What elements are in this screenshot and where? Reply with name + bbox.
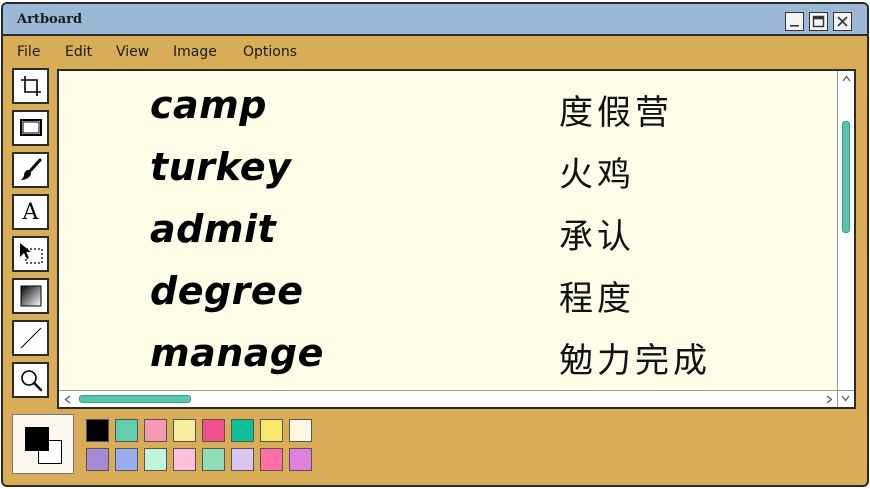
vocab-word: manage [150, 331, 324, 375]
minimize-icon [790, 25, 799, 27]
gradient-icon [20, 285, 41, 307]
scroll-corner [837, 390, 854, 407]
screen-icon [19, 119, 42, 136]
scroll-up-icon[interactable] [842, 75, 851, 82]
color-swatch[interactable] [86, 448, 109, 471]
color-palette [12, 414, 857, 482]
menu-file[interactable]: File [17, 44, 40, 60]
text-icon: A [22, 199, 39, 225]
color-swatch[interactable] [231, 419, 254, 442]
color-swatch[interactable] [115, 419, 138, 442]
tool-crop[interactable] [12, 68, 49, 104]
horizontal-scroll-thumb[interactable] [79, 395, 191, 403]
menu-options[interactable]: Options [243, 44, 297, 60]
tool-text[interactable]: A [12, 194, 49, 230]
color-swatch[interactable] [202, 419, 225, 442]
tool-gradient[interactable] [12, 278, 49, 314]
color-swatch[interactable] [144, 448, 167, 471]
menu-image[interactable]: Image [173, 44, 217, 60]
minimize-button[interactable] [785, 12, 804, 31]
menu-edit[interactable]: Edit [65, 44, 92, 60]
brush-icon [20, 158, 41, 180]
select-icon [19, 243, 43, 264]
close-icon [837, 16, 848, 27]
artboard-window: Artboard File Edit View Image Options A [1, 2, 869, 487]
vocab-word: turkey [150, 145, 292, 189]
tool-select[interactable] [12, 236, 49, 272]
line-icon [20, 327, 41, 349]
color-swatch[interactable] [289, 448, 312, 471]
tool-screen[interactable] [12, 110, 49, 146]
window-title: Artboard [17, 12, 83, 27]
scroll-right-icon[interactable] [826, 395, 833, 404]
maximize-icon [812, 15, 825, 28]
horizontal-scrollbar[interactable] [59, 390, 839, 407]
menu-view[interactable]: View [116, 44, 149, 60]
color-swatch[interactable] [173, 448, 196, 471]
current-colors[interactable] [12, 414, 74, 474]
tool-brush[interactable] [12, 152, 49, 188]
tool-line[interactable] [12, 320, 49, 356]
color-swatch[interactable] [144, 419, 167, 442]
magnifier-icon [20, 370, 42, 392]
vocab-translation: 程度 [559, 279, 635, 319]
vocab-word: admit [150, 207, 277, 251]
vertical-scrollbar[interactable] [837, 71, 854, 392]
vocab-word: camp [150, 83, 267, 127]
vocab-translation: 勉力完成 [559, 341, 711, 381]
canvas-frame: camp 度假营 turkey 火鸡 admit 承认 degree 程度 ma… [57, 69, 856, 409]
tool-zoom[interactable] [12, 362, 49, 398]
scroll-left-icon[interactable] [64, 395, 71, 404]
crop-icon [20, 76, 41, 96]
vertical-scroll-thumb[interactable] [842, 121, 850, 233]
vocab-word: degree [150, 269, 304, 313]
title-bar[interactable]: Artboard [3, 4, 867, 36]
drawing-canvas[interactable]: camp 度假营 turkey 火鸡 admit 承认 degree 程度 ma… [59, 71, 839, 392]
color-swatch[interactable] [173, 419, 196, 442]
color-swatch[interactable] [231, 448, 254, 471]
color-swatch[interactable] [86, 419, 109, 442]
foreground-color[interactable] [25, 427, 49, 451]
color-swatch[interactable] [202, 448, 225, 471]
scroll-down-icon[interactable] [841, 395, 850, 402]
color-swatch[interactable] [260, 448, 283, 471]
color-swatch[interactable] [115, 448, 138, 471]
close-button[interactable] [833, 12, 852, 31]
vocab-translation: 承认 [559, 217, 635, 257]
menu-bar: File Edit View Image Options [3, 38, 867, 66]
color-swatch[interactable] [260, 419, 283, 442]
color-swatch[interactable] [289, 419, 312, 442]
maximize-button[interactable] [809, 12, 828, 31]
vocab-translation: 度假营 [559, 93, 673, 133]
vocab-translation: 火鸡 [559, 155, 635, 195]
